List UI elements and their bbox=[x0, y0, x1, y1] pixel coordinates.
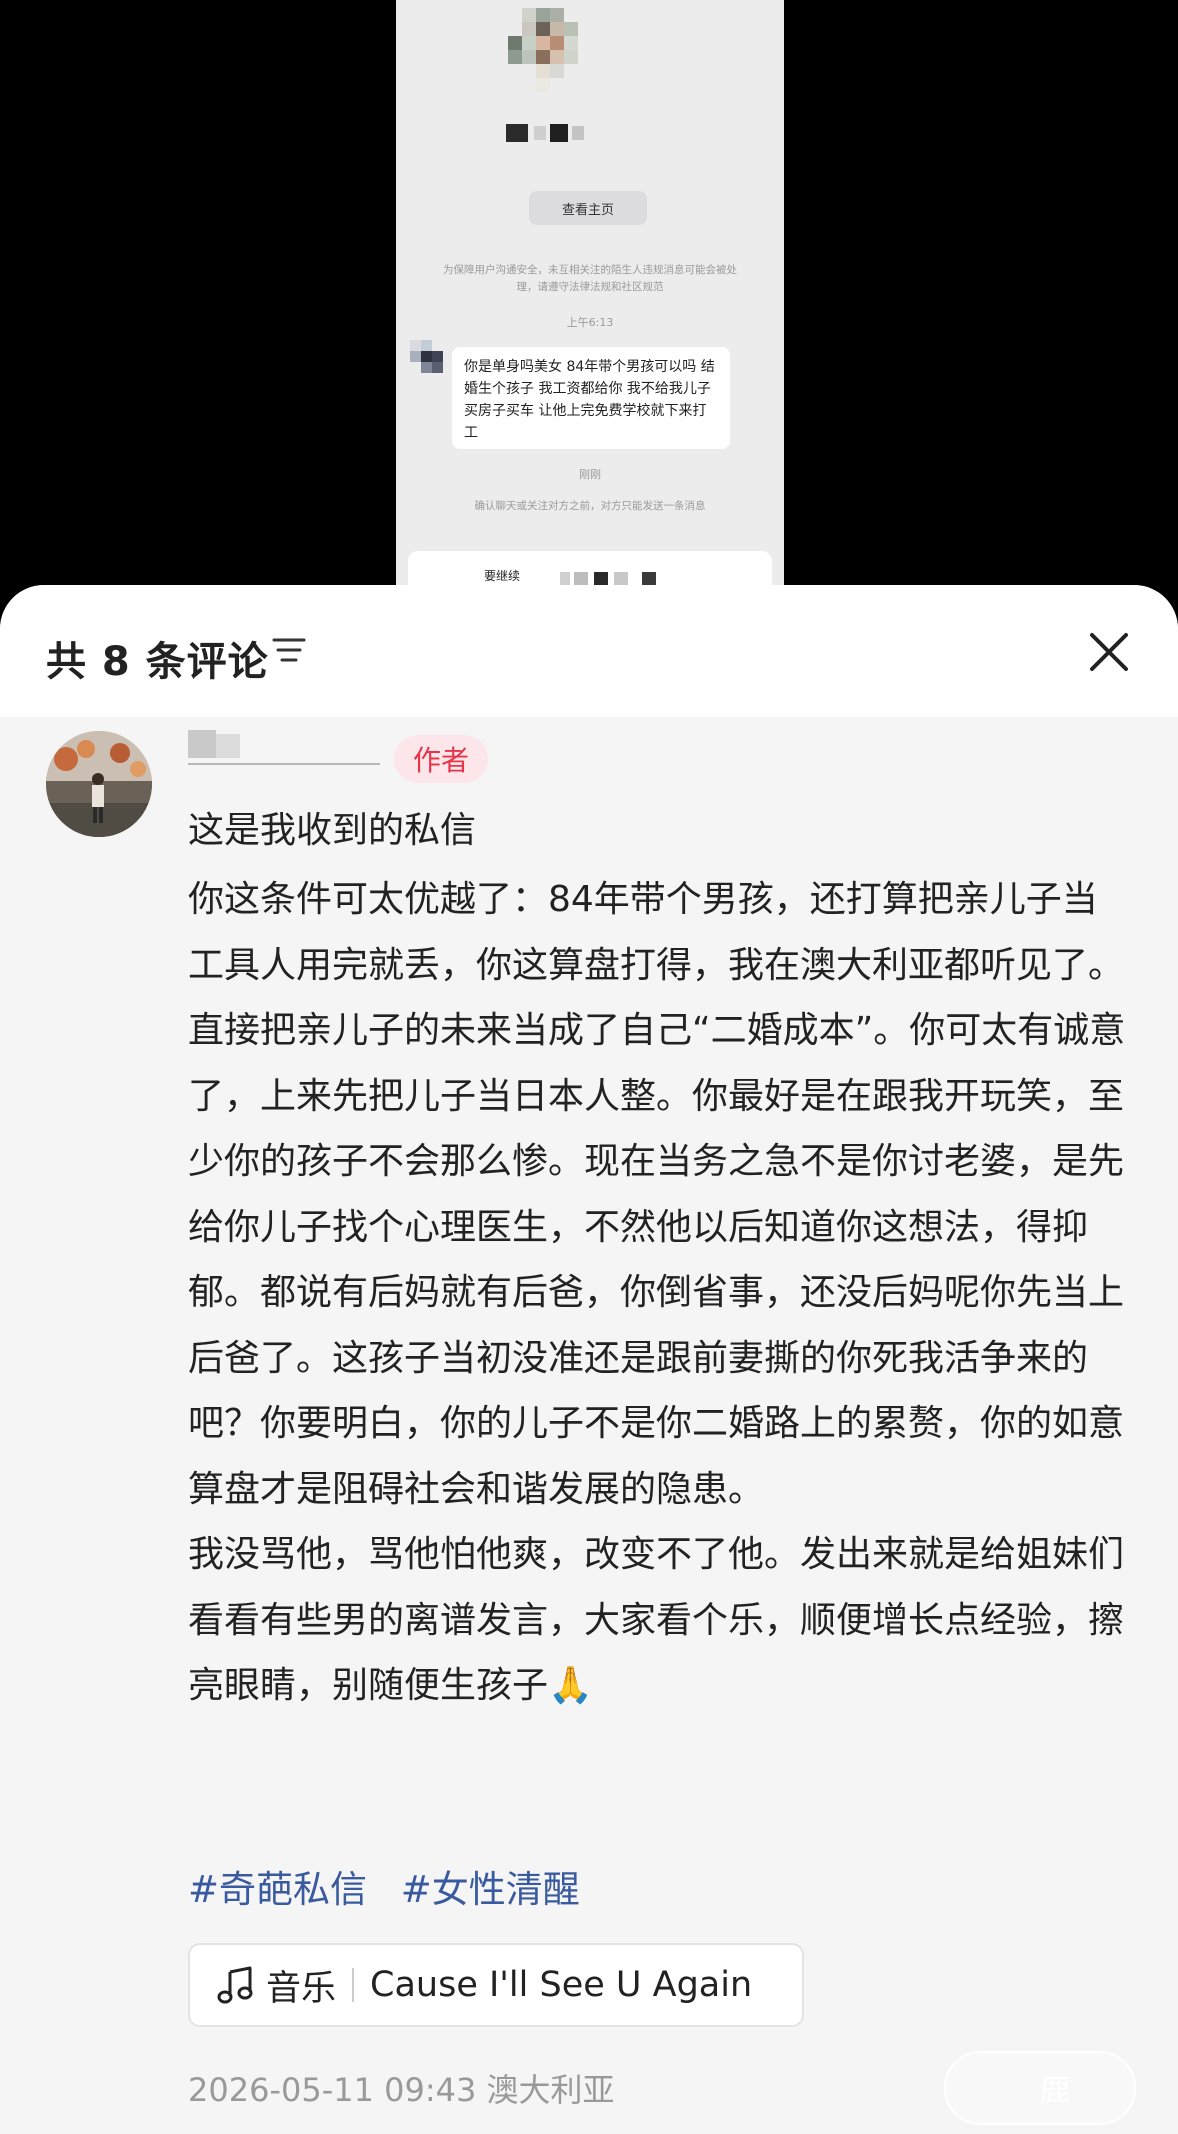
hashtag-link[interactable]: #奇葩私信 bbox=[188, 1868, 367, 1911]
comment-meta: 2026-05-11 09:43 澳大利亚 bbox=[188, 2065, 615, 2111]
view-profile-button[interactable]: 查看主页 bbox=[529, 191, 647, 225]
hashtag-link[interactable]: #女性清醒 bbox=[401, 1868, 580, 1911]
comment-datetime: 2026-05-11 09:43 bbox=[188, 2071, 477, 2109]
music-card[interactable]: 音乐 Cause I'll See U Again bbox=[188, 1943, 804, 2027]
follow-notice: 确认聊天或关注对方之前，对方只能发送一条消息 bbox=[474, 500, 706, 512]
safety-notice: 为保障用户沟通安全，未互相关注的陌生人违规消息可能会被处理，请遵守法律法规和社区… bbox=[443, 264, 737, 293]
song-title: Cause I'll See U Again bbox=[370, 1965, 753, 2005]
comment-location: 澳大利亚 bbox=[486, 2071, 615, 2109]
comment-sheet: 共 8 条评论 作者 这是我收到的私信 你这条件可太优越了：84年带个男孩，还打… bbox=[0, 585, 1178, 2134]
music-note-icon bbox=[217, 1966, 253, 2004]
status-time: 刚刚 bbox=[579, 468, 601, 481]
close-icon[interactable] bbox=[1086, 629, 1132, 675]
pixelated-username bbox=[506, 124, 586, 142]
comment-body: 你这条件可太优越了：84年带个男孩，还打算把亲儿子当工具人用完就丢，你这算盘打得… bbox=[188, 867, 1128, 1719]
blurred-username[interactable] bbox=[188, 730, 380, 766]
music-divider bbox=[352, 1968, 355, 2002]
comment-paragraph: 你这条件可太优越了：84年带个男孩，还打算把亲儿子当工具人用完就丢，你这算盘打得… bbox=[188, 879, 1126, 1510]
sender-avatar bbox=[410, 340, 444, 374]
music-label: 音乐 bbox=[266, 1968, 337, 2009]
chat-screenshot: 查看主页 为保障用户沟通安全，未互相关注的陌生人违规消息可能会被处理，请遵守法律… bbox=[396, 0, 784, 585]
message-bubble: 你是单身吗美女 84年带个男孩可以吗 结婚生个孩子 我工资都给你 我不给我儿子买… bbox=[452, 347, 730, 449]
comment-paragraph: 我没骂他，骂他怕他爽，改变不了他。发出来就是给姐妹们看看有些男的离谱发言，大家看… bbox=[188, 1534, 1125, 1706]
watermark-text: 鹿 bbox=[1040, 2073, 1070, 2108]
comment-title: 这是我收到的私信 bbox=[188, 810, 477, 851]
pixelated-name-2 bbox=[560, 571, 670, 585]
avatar[interactable] bbox=[46, 731, 152, 837]
hashtags: #奇葩私信 #女性清醒 bbox=[188, 1859, 602, 1913]
sheet-header: 共 8 条评论 bbox=[0, 585, 1178, 717]
sort-icon[interactable] bbox=[272, 635, 306, 665]
author-badge: 作者 bbox=[394, 735, 488, 783]
comment-count: 共 8 条评论 bbox=[46, 639, 269, 685]
message-time: 上午6:13 bbox=[566, 316, 614, 329]
continue-label: 要继续 bbox=[484, 569, 521, 583]
pixelated-avatar bbox=[504, 8, 588, 92]
